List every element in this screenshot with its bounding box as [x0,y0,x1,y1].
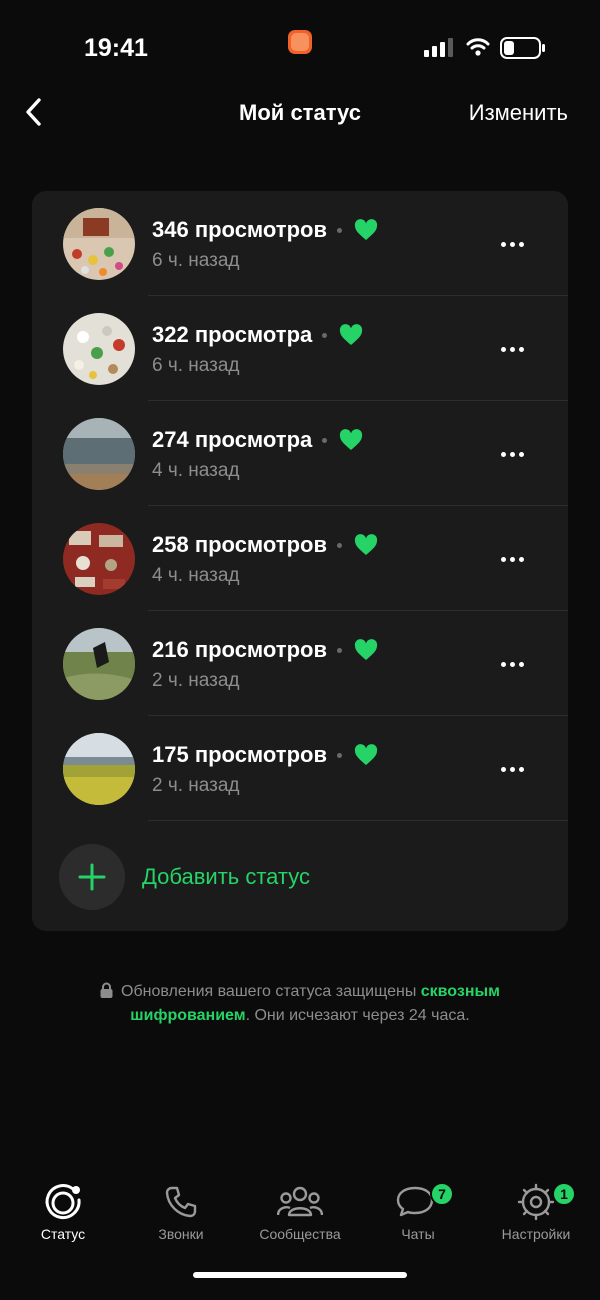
chats-unread-badge: 7 [430,1182,454,1206]
status-views: 346 просмотров [152,217,378,243]
heart-icon [340,324,363,345]
ellipsis-icon [500,661,506,667]
more-options-button[interactable] [494,334,530,364]
more-options-button[interactable] [494,439,530,469]
status-time: 4 ч. назад [152,565,240,586]
tab-calls[interactable]: Звонки [121,1170,241,1250]
status-bar: 19:41 [0,0,600,90]
plus-icon[interactable] [59,844,125,910]
tab-communities[interactable]: Сообщества [240,1170,360,1250]
ellipsis-icon [500,241,506,247]
tab-settings[interactable]: 1 Настройки [476,1170,596,1250]
momlife-app-icon [288,30,312,54]
status-bar-time: 19:41 [84,34,148,62]
heart-icon [354,219,378,240]
notice-text-after: . Они исчезают через 24 часа. [245,1007,470,1024]
encryption-notice: Обновления вашего статуса защищены сквоз… [70,980,530,1028]
wifi-icon [466,38,490,56]
screen: 19:41 Мой статус Изменить 346 просмотров… [0,0,600,1300]
ellipsis-icon [500,451,506,457]
more-options-button[interactable] [494,754,530,784]
phone-icon [121,1182,241,1222]
chat-bubbles-icon [358,1182,478,1222]
tab-label: Статус [40,1226,86,1242]
status-thumbnail[interactable] [63,418,135,490]
status-item[interactable]: 258 просмотров 4 ч. назад [32,506,568,611]
heart-icon [354,744,378,765]
more-options-button[interactable] [494,649,530,679]
status-views: 175 просмотров [152,742,378,768]
status-thumbnail[interactable] [63,523,135,595]
status-views: 258 просмотров [152,532,378,558]
status-time: 4 ч. назад [152,460,240,481]
communities-icon [240,1182,360,1222]
status-time: 2 ч. назад [152,775,240,796]
tab-label: Звонки [158,1226,204,1242]
status-views: 274 просмотра [152,427,363,453]
status-item[interactable]: 274 просмотра 4 ч. назад [32,401,568,506]
settings-badge: 1 [552,1182,576,1206]
status-item[interactable]: 175 просмотров 2 ч. назад [32,716,568,821]
ellipsis-icon [500,556,506,562]
status-time: 6 ч. назад [152,355,240,376]
tab-bar: Статус Звонки Сообщества 7 Чаты 1 Настро… [0,1170,600,1260]
status-time: 2 ч. назад [152,670,240,691]
ellipsis-icon [500,766,506,772]
status-thumbnail[interactable] [63,313,135,385]
tab-label: Настройки [501,1226,571,1242]
add-status-button[interactable]: Добавить статус [32,821,568,931]
heart-icon [354,639,378,660]
heart-icon [354,534,378,555]
status-thumbnail[interactable] [63,208,135,280]
tab-label: Чаты [401,1226,435,1242]
notice-text-before: Обновления вашего статуса защищены [121,983,421,1000]
more-options-button[interactable] [494,544,530,574]
ellipsis-icon [500,346,506,352]
status-time: 6 ч. назад [152,250,240,271]
edit-button[interactable]: Изменить [469,100,568,126]
tab-label: Сообщества [259,1226,341,1242]
status-item[interactable]: 216 просмотров 2 ч. назад [32,611,568,716]
heart-icon [340,429,363,450]
status-thumbnail[interactable] [63,733,135,805]
home-indicator[interactable] [193,1272,407,1278]
status-item[interactable]: 346 просмотров 6 ч. назад [32,191,568,296]
status-ring-icon [3,1182,123,1222]
add-status-label[interactable]: Добавить статус [142,864,310,890]
status-views: 322 просмотра [152,322,363,348]
more-options-button[interactable] [494,229,530,259]
tab-status[interactable]: Статус [3,1170,123,1250]
status-views: 216 просмотров [152,637,378,663]
status-list: 346 просмотров 6 ч. назад 322 просмотра [32,191,568,931]
lock-icon [100,982,113,998]
battery-icon [500,37,545,59]
status-item[interactable]: 322 просмотра 6 ч. назад [32,296,568,401]
status-thumbnail[interactable] [63,628,135,700]
gear-icon [476,1182,596,1222]
tab-chats[interactable]: 7 Чаты [358,1170,478,1250]
cellular-signal-icon [424,38,453,57]
